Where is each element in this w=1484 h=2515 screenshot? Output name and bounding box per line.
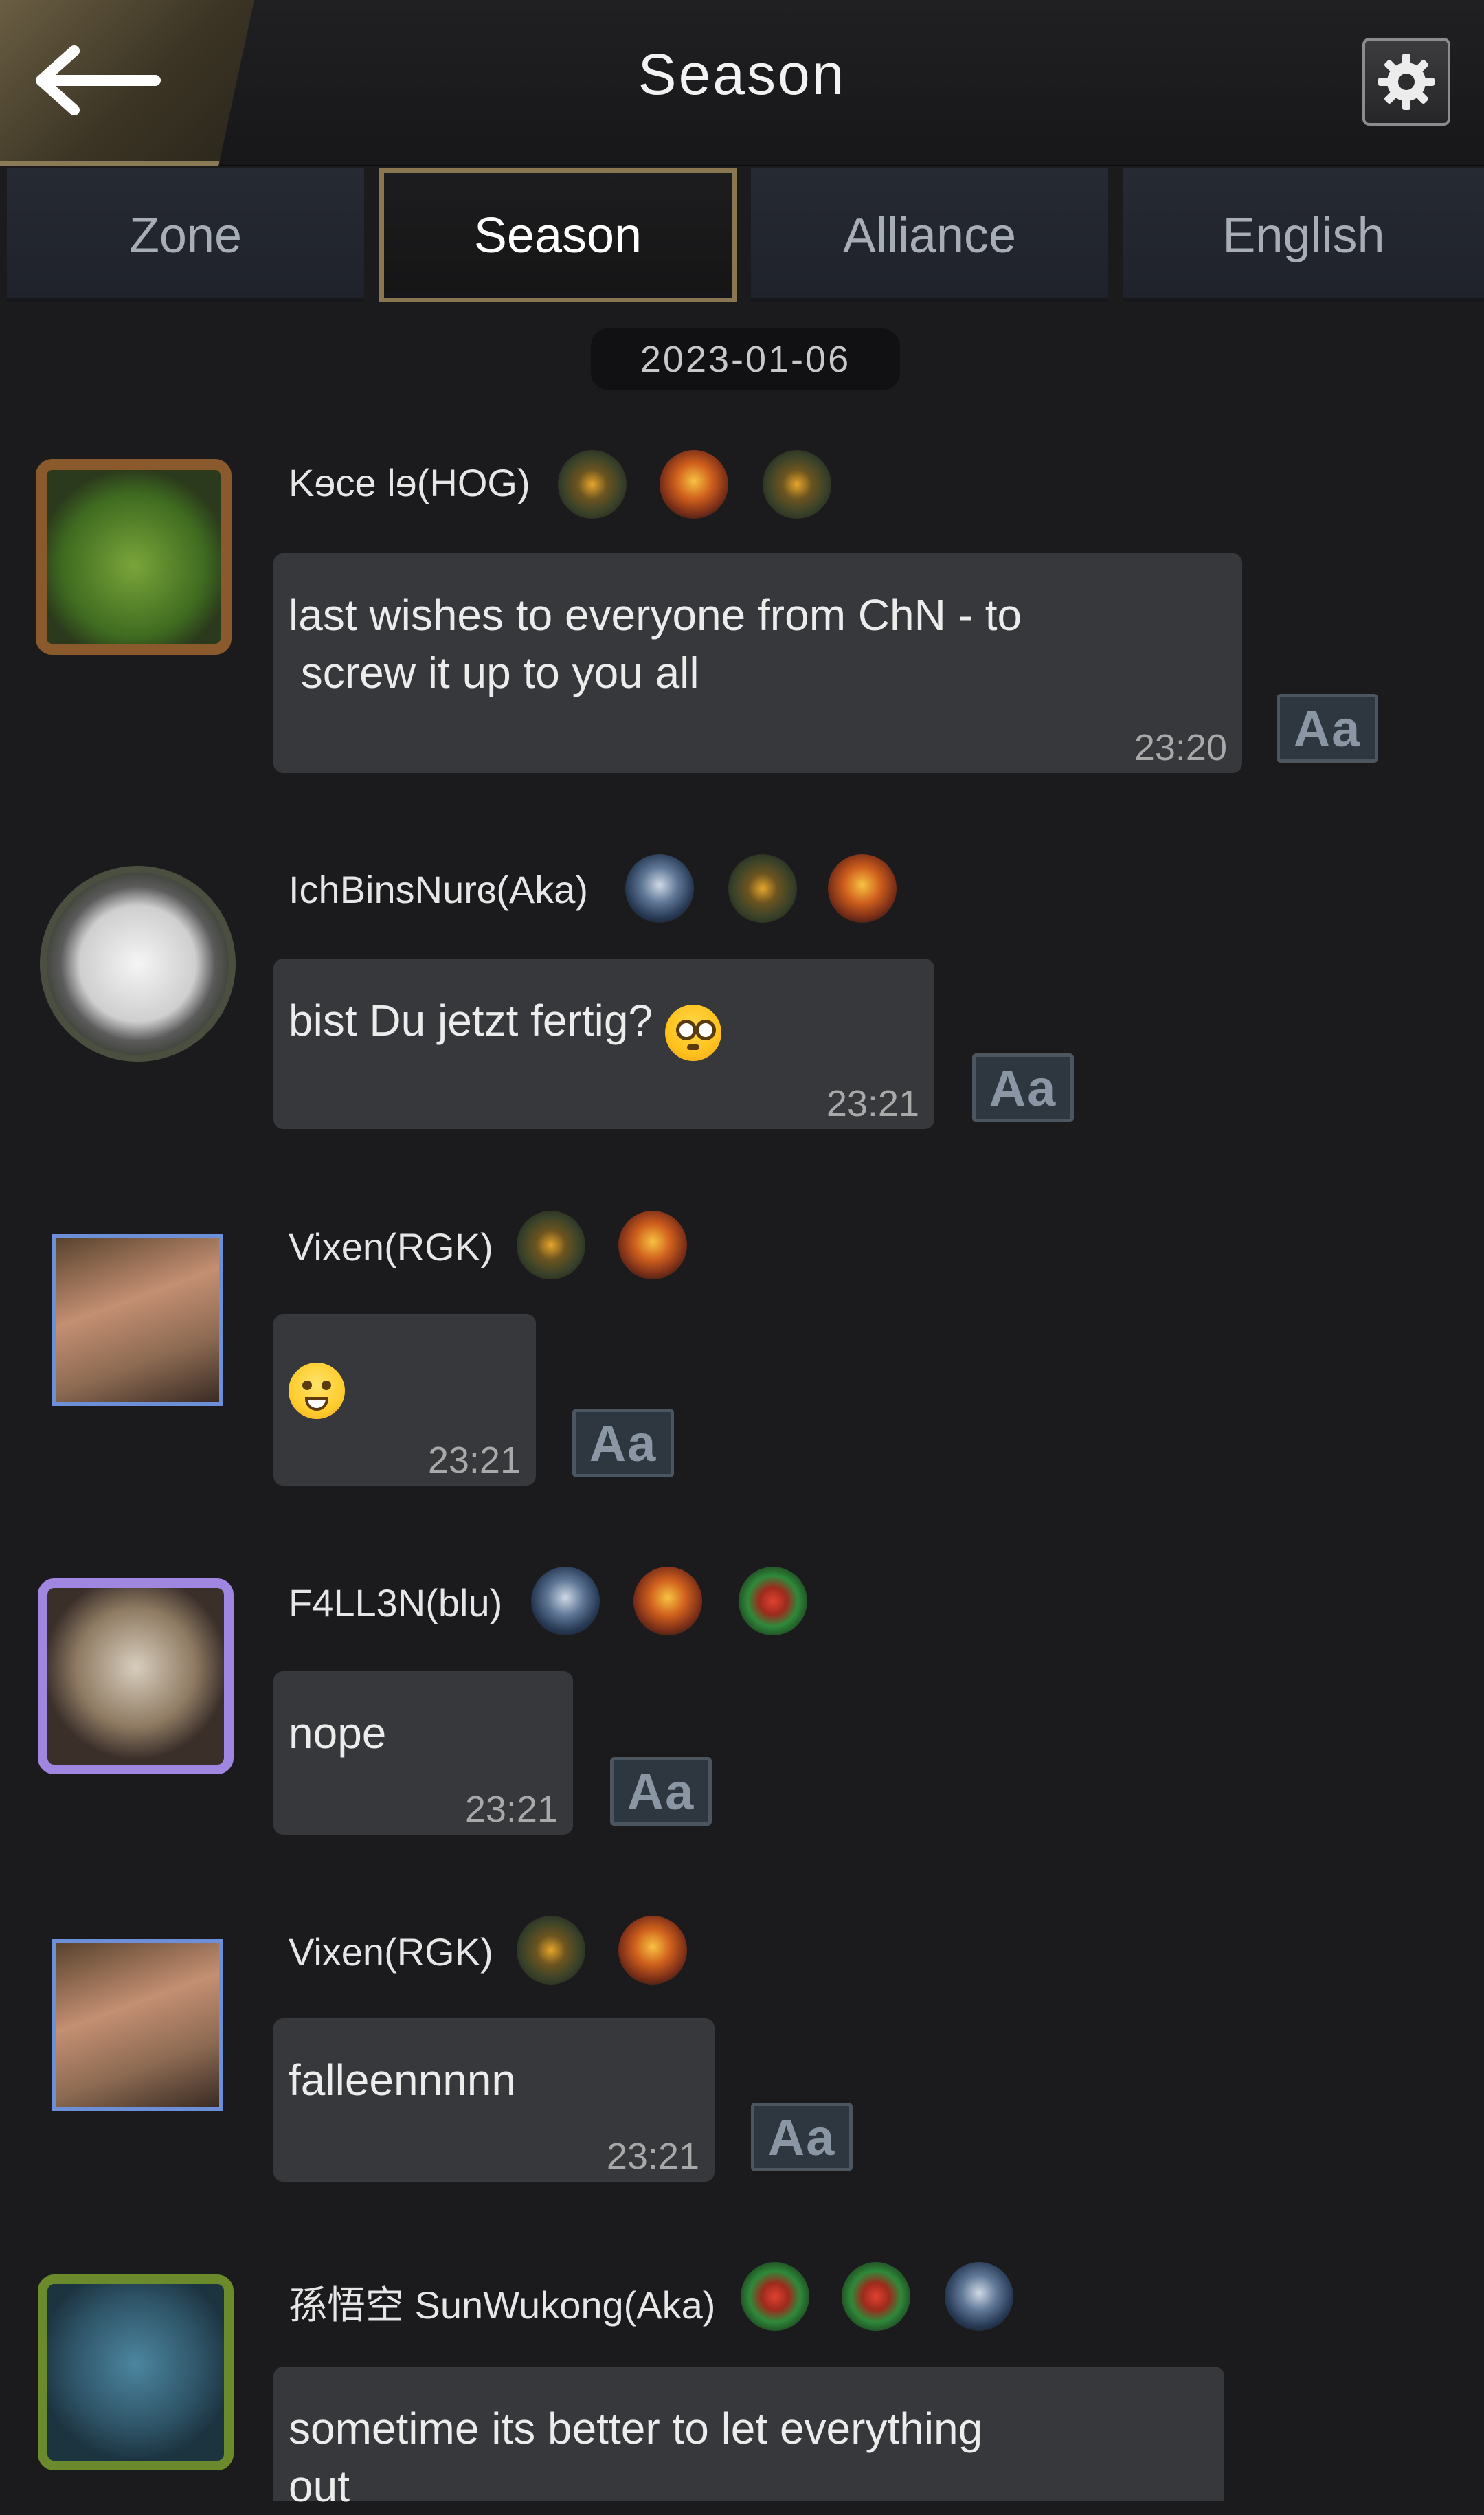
tab-english[interactable]: English bbox=[1123, 168, 1484, 302]
settings-button[interactable] bbox=[1362, 38, 1450, 126]
avatar[interactable] bbox=[36, 459, 232, 655]
message-bubble: 23:21 bbox=[273, 1314, 536, 1486]
badge-icon bbox=[660, 450, 728, 519]
badge-icon bbox=[633, 1567, 702, 1635]
avatar[interactable] bbox=[38, 1578, 234, 1774]
date-separator: 2023-01-06 bbox=[591, 328, 900, 390]
username: Vixen(RGK) bbox=[289, 1225, 493, 1268]
message-text: last wishes to everyone from ChN - to sc… bbox=[289, 590, 1022, 697]
badge-icon bbox=[739, 1567, 807, 1635]
message-bubble: bist Du jetzt fertig? 23:21 bbox=[273, 959, 934, 1129]
username: F4LL3N(blu) bbox=[289, 1581, 503, 1624]
badge-icon bbox=[517, 1916, 585, 1985]
badge-icon bbox=[741, 2262, 809, 2331]
channel-tabs: Zone Season Alliance English bbox=[7, 168, 1484, 306]
message-bubble: last wishes to everyone from ChN - to sc… bbox=[273, 553, 1242, 773]
flushed-face-icon bbox=[665, 1004, 722, 1061]
message-time: 23:21 bbox=[826, 1083, 919, 1124]
avatar[interactable] bbox=[40, 866, 236, 1062]
username: 孫悟空 SunWukong(Aka) bbox=[289, 2283, 716, 2327]
message-text: bist Du jetzt fertig? bbox=[289, 996, 653, 1045]
username: IchBinsNurɞ(Aka) bbox=[289, 868, 589, 911]
message-time: 23:21 bbox=[464, 1789, 558, 1830]
badge-icon bbox=[558, 450, 627, 519]
avatar[interactable] bbox=[52, 1234, 223, 1406]
avatar[interactable] bbox=[38, 2274, 234, 2470]
translate-button[interactable]: Aa bbox=[610, 1757, 712, 1826]
badge-icon bbox=[828, 854, 897, 923]
badge-icon bbox=[728, 854, 797, 923]
badge-icon bbox=[531, 1567, 600, 1635]
badge-icon bbox=[618, 1916, 687, 1985]
username: Kɘce Ɩɘ(HOG) bbox=[289, 461, 530, 504]
tab-zone[interactable]: Zone bbox=[7, 168, 364, 302]
badge-icon bbox=[842, 2262, 910, 2331]
badge-icon bbox=[625, 854, 694, 923]
grinning-sweat-face-icon bbox=[289, 1362, 345, 1419]
avatar[interactable] bbox=[52, 1939, 223, 2111]
tab-alliance[interactable]: Alliance bbox=[751, 168, 1108, 302]
message-bubble: sometime its better to let everything ou… bbox=[273, 2367, 1224, 2511]
message-bubble: falleennnnn 23:21 bbox=[273, 2018, 715, 2182]
badge-icon bbox=[945, 2262, 1013, 2331]
username: Vixen(RGK) bbox=[289, 1930, 493, 1974]
message-time: 23:20 bbox=[1134, 727, 1227, 768]
gear-icon bbox=[1378, 54, 1435, 110]
badge-icon bbox=[618, 1211, 687, 1279]
badge-icon bbox=[763, 450, 831, 519]
translate-button[interactable]: Aa bbox=[751, 2103, 853, 2171]
message-text: nope bbox=[289, 1708, 387, 1758]
translate-button[interactable]: Aa bbox=[1277, 694, 1378, 763]
tab-season[interactable]: Season bbox=[379, 168, 737, 302]
translate-button[interactable]: Aa bbox=[972, 1053, 1074, 1122]
message-time: 23:21 bbox=[606, 2136, 699, 2177]
message-time: 23:21 bbox=[427, 1440, 521, 1481]
translate-button[interactable]: Aa bbox=[572, 1409, 674, 1477]
message-text: falleennnnn bbox=[289, 2055, 516, 2105]
message-text: sometime its better to let everything ou… bbox=[289, 2404, 983, 2511]
top-bar: Season bbox=[0, 0, 1484, 166]
message-bubble: nope 23:21 bbox=[273, 1671, 573, 1835]
page-title: Season bbox=[638, 42, 846, 107]
badge-icon bbox=[517, 1211, 585, 1279]
